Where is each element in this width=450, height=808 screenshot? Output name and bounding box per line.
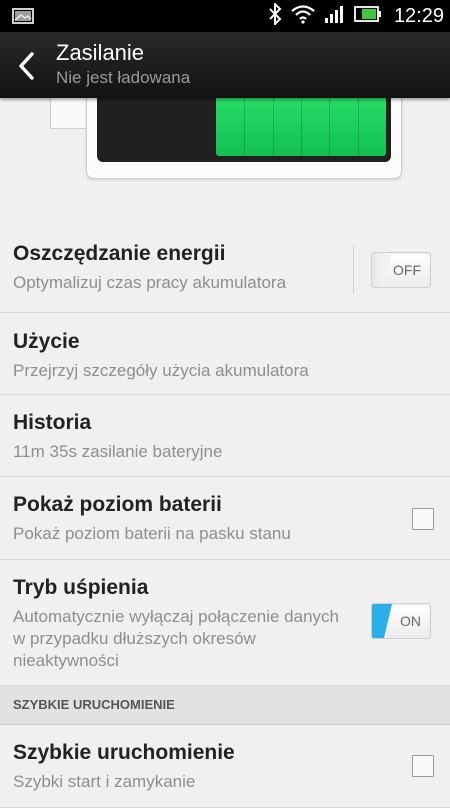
- clock-time: 12:29: [393, 4, 444, 27]
- action-bar: Zasilanie Nie jest ładowana: [0, 32, 450, 98]
- wifi-icon: [290, 4, 316, 29]
- setting-subtitle: Szybki start i zamykanie: [13, 772, 196, 791]
- battery-segment-line: [273, 88, 274, 156]
- status-bar: 12:29: [0, 0, 450, 32]
- battery-segment-line: [244, 88, 245, 156]
- back-arrow-icon[interactable]: [10, 46, 46, 86]
- battery-graphic-well: [97, 88, 391, 162]
- page-subtitle: Nie jest ładowana: [56, 68, 191, 87]
- bluetooth-icon: [268, 1, 282, 30]
- setting-title: Oszczędzanie energii: [13, 242, 226, 265]
- toggle-state-label: OFF: [393, 262, 421, 278]
- section-header: SZYBKIE URUCHOMIENIE: [0, 686, 450, 725]
- sleep-mode-toggle[interactable]: ON: [371, 603, 431, 639]
- setting-quick-boot[interactable]: Szybkie uruchomienie Szybki start i zamy…: [0, 725, 450, 808]
- setting-sleep-mode[interactable]: Tryb uśpienia Automatycznie wyłączaj poł…: [0, 560, 450, 686]
- setting-usage[interactable]: Użycie Przejrzyj szczegóły użycia akumul…: [0, 313, 450, 395]
- battery-icon: [354, 5, 382, 28]
- divider: [353, 246, 354, 294]
- setting-title: Szybkie uruchomienie: [13, 741, 235, 764]
- setting-subtitle: 11m 35s zasilanie bateryjne: [13, 442, 223, 461]
- setting-title: Tryb uśpienia: [13, 576, 149, 599]
- toggle-state-label: ON: [400, 613, 421, 629]
- power-saving-toggle[interactable]: OFF: [371, 252, 431, 288]
- settings-list: Oszczędzanie energii Optymalizuj czas pr…: [0, 228, 450, 808]
- show-battery-level-checkbox[interactable]: [412, 508, 434, 530]
- setting-power-saving[interactable]: Oszczędzanie energii Optymalizuj czas pr…: [0, 228, 450, 313]
- battery-segment-line: [358, 88, 359, 156]
- setting-show-battery-level[interactable]: Pokaż poziom baterii Pokaż poziom bateri…: [0, 477, 450, 560]
- setting-title: Użycie: [13, 330, 80, 353]
- setting-history[interactable]: Historia 11m 35s zasilanie bateryjne: [0, 395, 450, 477]
- battery-graphic-frame: [86, 88, 402, 179]
- battery-segment-line: [329, 88, 330, 156]
- setting-subtitle: Pokaż poziom baterii na pasku stanu: [13, 524, 291, 543]
- page-title: Zasilanie: [56, 40, 145, 65]
- setting-subtitle: Optymalizuj czas pracy akumulatora: [13, 273, 287, 292]
- notification-image-icon: [12, 8, 34, 29]
- signal-icon: [324, 4, 346, 29]
- battery-level-graphic: [0, 88, 450, 229]
- setting-subtitle: Przejrzyj szczegóły użycia akumulatora: [13, 361, 309, 380]
- setting-title: Pokaż poziom baterii: [13, 493, 222, 516]
- battery-segment-line: [301, 88, 302, 156]
- quick-boot-checkbox[interactable]: [412, 755, 434, 777]
- setting-subtitle: Automatycznie wyłączaj połączenie danych…: [13, 607, 340, 670]
- setting-title: Historia: [13, 411, 92, 434]
